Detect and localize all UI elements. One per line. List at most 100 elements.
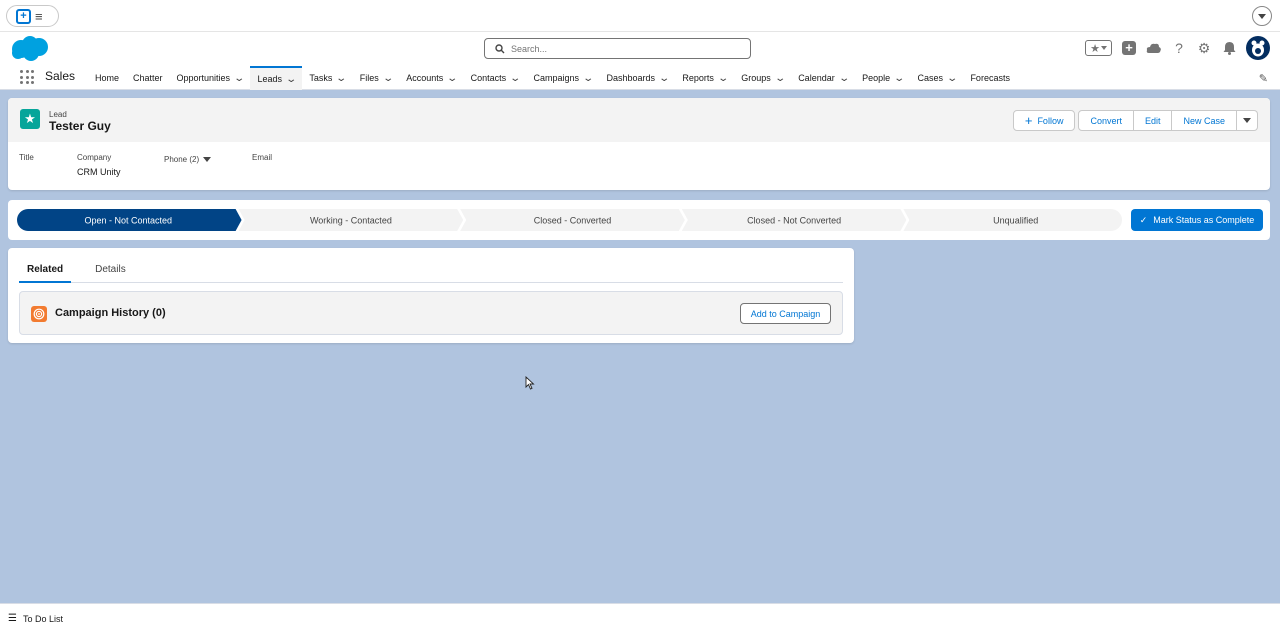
nav-items: Home Chatter Opportunities ⌄ Leads ⌄ Tasks ⌄ Fil… — [88, 66, 1017, 90]
search-icon — [495, 43, 505, 53]
tab-details[interactable]: Details — [87, 259, 134, 283]
field-label: Title — [19, 153, 34, 162]
top-dropdown-button[interactable] — [1252, 6, 1272, 26]
nav-item-people[interactable]: People ⌄ — [855, 66, 910, 90]
nav-item-label: Dashboards — [606, 73, 655, 83]
lead-star-icon: ★ — [20, 109, 40, 129]
edit-nav-pencil-icon[interactable]: ✎ — [1259, 72, 1268, 85]
chevron-down-icon[interactable]: ⌄ — [285, 74, 297, 85]
nav-item-opportunities[interactable]: Opportunities ⌄ — [170, 66, 251, 90]
nav-item-tasks[interactable]: Tasks ⌄ — [302, 66, 352, 90]
more-actions-button[interactable] — [1237, 110, 1258, 131]
field-label: Phone (2) — [164, 155, 200, 164]
phone-dropdown[interactable]: Phone (2) — [164, 155, 252, 164]
status-path: Open - Not Contacted Working - Contacted C… — [8, 200, 1270, 240]
mark-status-complete-button[interactable]: ✓ Mark Status as Complete — [1131, 209, 1263, 231]
tab-related[interactable]: Related — [19, 259, 72, 283]
caret-down-icon — [1243, 118, 1251, 123]
field-label: Email — [252, 153, 273, 162]
field-value: CRM Unity — [77, 167, 121, 177]
nav-item-home[interactable]: Home — [88, 66, 126, 90]
trailhead-button[interactable] — [1146, 40, 1162, 56]
new-case-button[interactable]: New Case — [1172, 110, 1237, 131]
utility-bar: ☰ To Do List — [0, 603, 1280, 630]
chevron-down-icon[interactable]: ⌄ — [336, 73, 348, 84]
nav-item-groups[interactable]: Groups ⌄ — [734, 66, 791, 90]
path-stage-label: Unqualified — [993, 216, 1038, 226]
nav-item-label: Home — [95, 73, 120, 83]
nav-item-accounts[interactable]: Accounts ⌄ — [399, 66, 463, 90]
chevron-down-icon[interactable]: ⌄ — [717, 73, 729, 84]
entity-type-label: Lead — [49, 110, 67, 119]
field-label: Company — [77, 153, 112, 162]
follow-button[interactable]: + Follow — [1012, 110, 1076, 131]
nav-item-label: Tasks — [309, 73, 333, 83]
nav-item-label: Campaigns — [533, 73, 580, 83]
field-phone[interactable]: Phone (2) — [164, 153, 252, 177]
edit-button[interactable]: Edit — [1133, 110, 1173, 131]
caret-down-icon — [1100, 46, 1107, 50]
setup-button[interactable]: ⚙ — [1196, 40, 1212, 56]
salesforce-logo[interactable] — [10, 35, 50, 66]
chevron-down-icon[interactable]: ⌄ — [658, 73, 670, 84]
nav-item-label: Groups — [741, 73, 771, 83]
nav-item-files[interactable]: Files ⌄ — [353, 66, 399, 90]
convert-button[interactable]: Convert — [1078, 110, 1134, 131]
gear-icon: ⚙ — [1197, 39, 1211, 56]
cloud-help-icon — [1146, 43, 1161, 53]
nav-item-label: Leads — [257, 74, 282, 84]
chevron-down-icon[interactable]: ⌄ — [582, 73, 594, 84]
path-stage-label: Closed - Not Converted — [747, 216, 841, 226]
nav-item-contacts[interactable]: Contacts ⌄ — [464, 66, 527, 90]
global-actions-button[interactable]: + — [1121, 40, 1137, 56]
chevron-down-icon[interactable]: ⌄ — [774, 73, 786, 84]
browser-top-bar: + ≡ — [0, 0, 1280, 32]
record-title: Tester Guy — [49, 119, 111, 133]
checkmark-icon: ✓ — [1139, 214, 1148, 225]
chevron-down-icon[interactable]: ⌄ — [447, 73, 459, 84]
follow-label: Follow — [1037, 115, 1064, 126]
nav-item-label: Reports — [682, 73, 714, 83]
caret-down-icon — [1258, 13, 1266, 19]
caret-down-icon — [203, 157, 212, 162]
app-switcher-pill[interactable]: + ≡ — [6, 5, 59, 27]
chevron-down-icon[interactable]: ⌄ — [509, 73, 521, 84]
nav-item-campaigns[interactable]: Campaigns ⌄ — [527, 66, 600, 90]
campaign-history-related-list: Campaign History (0) Add to Campaign — [19, 291, 843, 335]
nav-item-reports[interactable]: Reports ⌄ — [675, 66, 734, 90]
nav-item-forecasts[interactable]: Forecasts — [963, 66, 1017, 90]
nav-item-dashboards[interactable]: Dashboards ⌄ — [599, 66, 675, 90]
checklist-icon: ☰ — [8, 613, 17, 624]
highlight-fields: Title Company CRM Unity Phone (2) Email — [19, 153, 332, 177]
mark-status-label: Mark Status as Complete — [1153, 215, 1255, 225]
nav-item-leads[interactable]: Leads ⌄ — [250, 66, 303, 90]
add-to-campaign-button[interactable]: Add to Campaign — [740, 303, 831, 324]
chevron-down-icon[interactable]: ⌄ — [893, 73, 905, 84]
nav-item-chatter[interactable]: Chatter — [126, 66, 170, 90]
menu-icon: ≡ — [35, 8, 43, 24]
app-name: Sales — [45, 69, 76, 83]
record-highlights-panel: ★ Lead Tester Guy + Follow Convert Edit … — [8, 98, 1270, 190]
nav-item-label: Forecasts — [970, 73, 1010, 83]
field-company: Company CRM Unity — [77, 153, 164, 177]
chevron-down-icon[interactable]: ⌄ — [946, 73, 958, 84]
star-icon: ★ — [1090, 42, 1100, 55]
chevron-down-icon[interactable]: ⌄ — [382, 73, 394, 84]
help-button[interactable]: ? — [1171, 40, 1187, 56]
chevron-down-icon[interactable]: ⌄ — [233, 73, 245, 84]
nav-item-label: Chatter — [133, 73, 163, 83]
app-navigation-bar: Sales Home Chatter Opportunities ⌄ Leads ⌄ Tas… — [0, 66, 1280, 90]
user-avatar[interactable] — [1246, 36, 1270, 60]
todo-list-item[interactable]: ☰ To Do List — [8, 613, 63, 624]
tab-bar: Related Details — [19, 259, 843, 283]
global-search-input[interactable]: Search... — [484, 38, 751, 59]
add-icon: + — [1122, 41, 1136, 55]
nav-item-label: Opportunities — [176, 73, 231, 83]
notifications-button[interactable] — [1221, 40, 1237, 56]
favorites-button[interactable]: ★ — [1085, 40, 1112, 56]
chevron-down-icon[interactable]: ⌄ — [838, 73, 850, 84]
nav-item-cases[interactable]: Cases ⌄ — [911, 66, 964, 90]
nav-item-calendar[interactable]: Calendar ⌄ — [791, 66, 855, 90]
related-list-title[interactable]: Campaign History (0) — [55, 307, 166, 319]
app-launcher-icon[interactable] — [20, 70, 34, 84]
